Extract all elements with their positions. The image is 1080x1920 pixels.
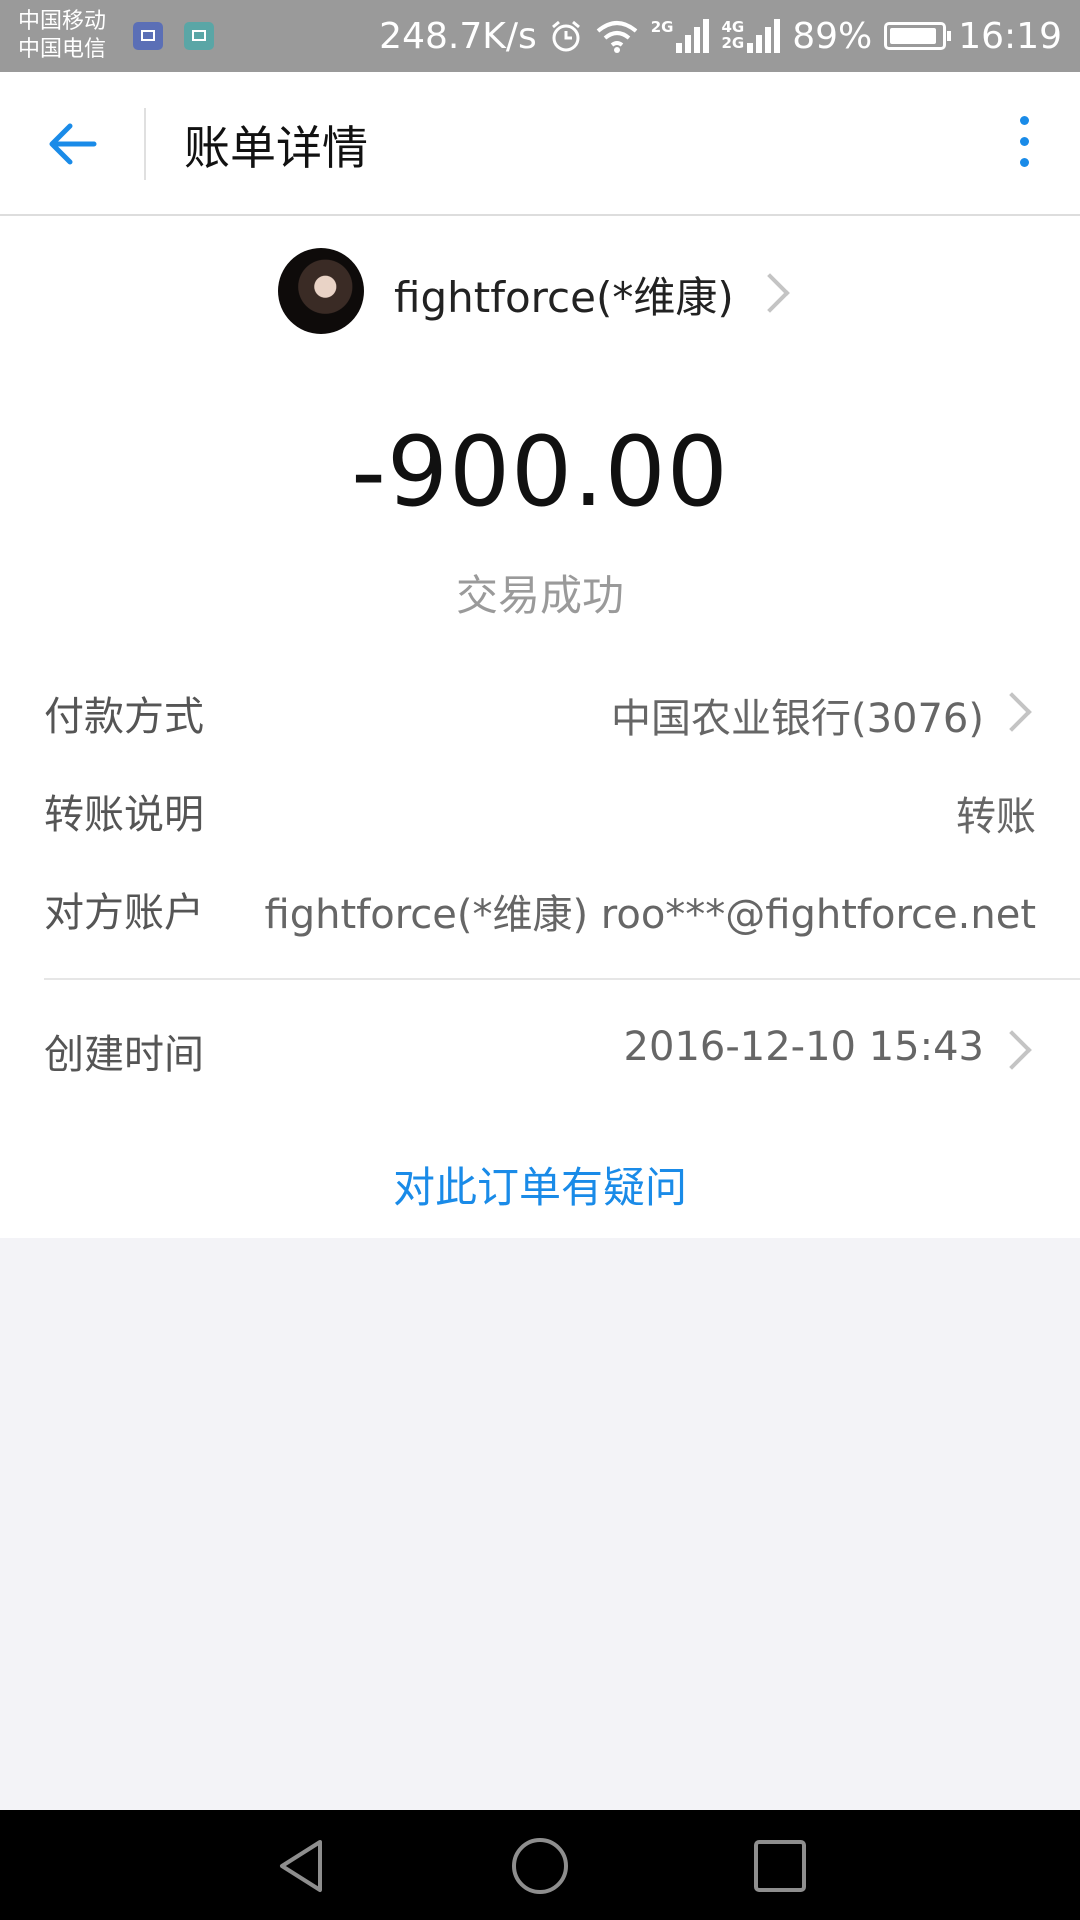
signal-4g-icon: 4G 2G <box>721 18 781 53</box>
battery-percent: 89% <box>792 15 873 57</box>
header-divider <box>144 108 146 180</box>
net-4g-label: 4G <box>721 18 745 36</box>
net-2g-label: 2G <box>721 34 745 52</box>
transfer-note-row: 转账说明 转账 <box>44 782 1036 842</box>
carrier-1: 中国移动 <box>18 9 107 34</box>
home-circle-icon[interactable] <box>510 1836 570 1896</box>
created-time-label: 创建时间 <box>44 1032 204 1078</box>
chevron-right-icon <box>992 692 1032 732</box>
payment-method-label: 付款方式 <box>44 694 204 740</box>
navigation-bar <box>0 1810 1080 1920</box>
transaction-amount: -900.00 <box>351 416 729 528</box>
created-time-row[interactable]: 创建时间 2016-12-10 15:43 <box>44 1022 1036 1082</box>
payment-method-row[interactable]: 付款方式 中国农业银行(3076) <box>44 684 1036 744</box>
payee-row[interactable]: fightforce(*维康) <box>0 248 1080 338</box>
status-bar: 中国移动 中国电信 248.7K/s 2G 4G 2G 89% 16:19 <box>0 0 1080 72</box>
arrow-left-icon[interactable] <box>44 116 100 172</box>
carrier-names: 中国移动 中国电信 <box>18 8 106 64</box>
page-title: 账单详情 <box>184 121 368 175</box>
app-header: 账单详情 <box>0 72 1080 216</box>
counterparty-account-label: 对方账户 <box>44 890 204 936</box>
avatar <box>278 248 364 334</box>
signal-2g-icon: 2G <box>651 19 710 53</box>
gallery-notification-icon <box>184 22 214 50</box>
transfer-note-value: 转账 <box>956 794 1036 840</box>
divider <box>44 978 1080 980</box>
more-vertical-icon[interactable] <box>1012 116 1036 172</box>
payment-method-value: 中国农业银行(3076) <box>610 696 984 742</box>
recents-square-icon[interactable] <box>750 1836 810 1896</box>
battery-icon <box>884 22 952 50</box>
counterparty-account-value: fightforce(*维康) roo***@fightforce.net <box>264 892 1036 938</box>
chevron-right-icon <box>750 273 790 313</box>
chevron-right-icon <box>992 1030 1032 1070</box>
alarm-icon <box>551 20 580 52</box>
network-speed: 248.7K/s <box>379 15 537 57</box>
bill-detail-card: fightforce(*维康) -900.00 交易成功 付款方式 中国农业银行… <box>0 216 1080 1238</box>
transfer-note-label: 转账说明 <box>44 792 204 838</box>
notification-app-icon <box>133 22 163 50</box>
transaction-status: 交易成功 <box>455 571 624 620</box>
clock: 16:19 <box>958 15 1062 57</box>
created-time-value: 2016-12-10 15:43 <box>623 1024 984 1070</box>
carrier-2: 中国电信 <box>18 37 107 62</box>
back-triangle-icon[interactable] <box>272 1836 332 1896</box>
order-question-link[interactable]: 对此订单有疑问 <box>0 1154 1080 1215</box>
payee-name: fightforce(*维康) <box>394 273 734 322</box>
counterparty-account-row: 对方账户 fightforce(*维康) roo***@fightforce.n… <box>44 880 1036 940</box>
wifi-icon <box>596 21 638 53</box>
status-indicators: 248.7K/s 2G 4G 2G 89% 16:19 <box>367 14 1062 58</box>
